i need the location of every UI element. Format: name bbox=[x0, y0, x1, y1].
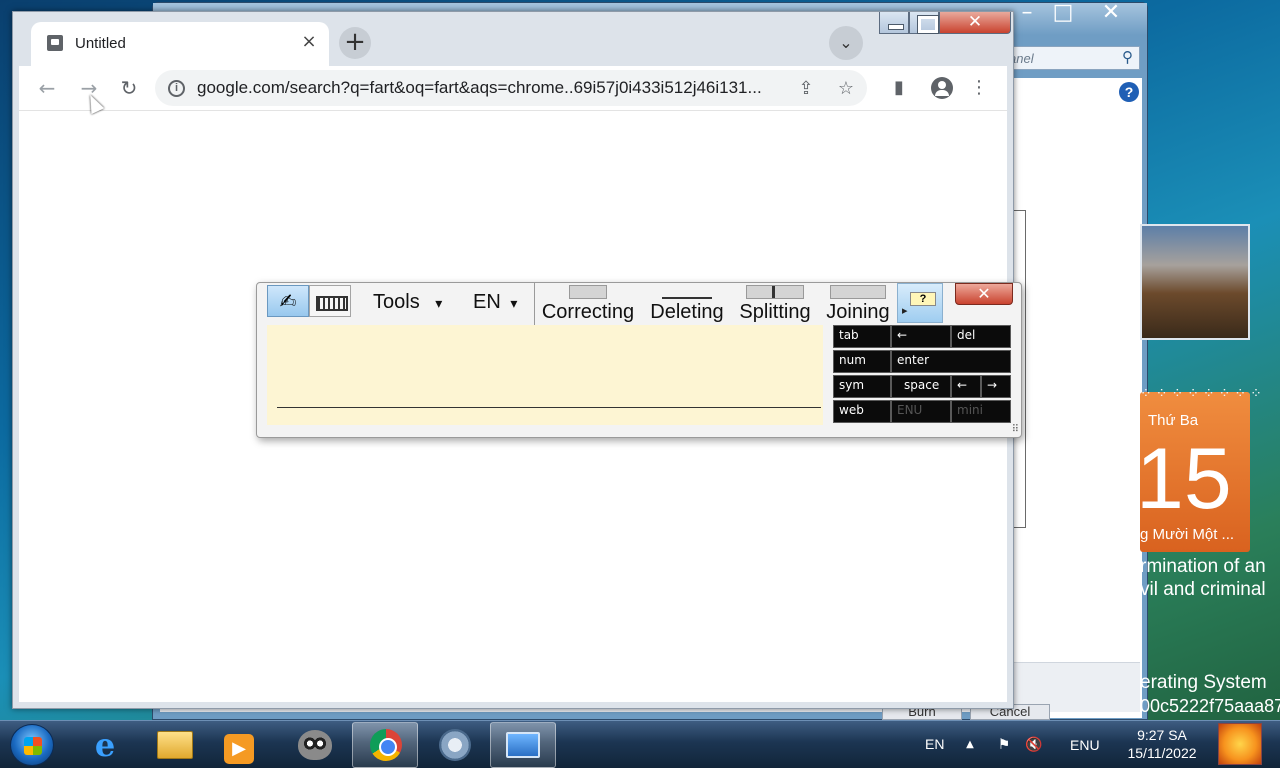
key-sym[interactable]: sym bbox=[833, 375, 891, 398]
reload-button[interactable]: ↻ bbox=[115, 74, 143, 102]
site-info-icon[interactable]: i bbox=[168, 80, 185, 97]
folder-icon[interactable] bbox=[142, 722, 208, 768]
side-panel-icon[interactable]: ▮ bbox=[885, 74, 913, 102]
desktop-text-line: erating System bbox=[1140, 672, 1267, 693]
writing-pad-button[interactable]: ✍ bbox=[267, 285, 309, 317]
key-right-arrow[interactable]: → bbox=[981, 375, 1011, 398]
triangle-right-icon: ▸ bbox=[902, 305, 908, 317]
desktop-text-line: 00c5222f75aaa87aae9b bbox=[1140, 696, 1280, 716]
calendar-date: 15 bbox=[1136, 431, 1232, 527]
correcting-gesture-icon bbox=[569, 285, 607, 299]
input-language-indicator[interactable]: ENU bbox=[1070, 737, 1100, 753]
language-indicator[interactable]: EN bbox=[925, 736, 944, 752]
key-enu: ENU bbox=[891, 400, 951, 423]
calendar-month: g Mười Một ... bbox=[1140, 526, 1235, 543]
start-button[interactable] bbox=[10, 724, 54, 766]
system-clock[interactable]: 9:27 SA 15/11/2022 bbox=[1122, 726, 1202, 762]
key-enter[interactable]: enter bbox=[891, 350, 1011, 373]
key-left-arrow[interactable]: ← bbox=[951, 375, 981, 398]
key-tab[interactable]: tab bbox=[833, 325, 891, 348]
clock-date: 15/11/2022 bbox=[1127, 745, 1197, 761]
toolbar-divider bbox=[534, 283, 535, 325]
tab-title: Untitled bbox=[75, 35, 126, 52]
gesture-label: Splitting bbox=[739, 301, 811, 323]
profile-avatar-icon[interactable] bbox=[931, 77, 953, 99]
gesture-help-button[interactable]: ▸ ? bbox=[897, 283, 943, 323]
keyboard-button[interactable] bbox=[309, 285, 351, 317]
address-bar[interactable]: i google.com/search?q=fart&oq=fart&aqs=c… bbox=[155, 70, 867, 106]
key-num[interactable]: num bbox=[833, 350, 891, 373]
resize-grip-icon[interactable]: ⠿ bbox=[1012, 424, 1019, 435]
minimize-button[interactable] bbox=[879, 12, 909, 34]
language-menu[interactable]: EN ▾ bbox=[473, 291, 517, 325]
settings-tool-icon[interactable] bbox=[422, 722, 488, 768]
gesture-joining[interactable]: Joining bbox=[825, 285, 891, 323]
search-icon[interactable]: ⚲ bbox=[1122, 48, 1133, 66]
gesture-label: Correcting bbox=[541, 301, 635, 323]
gesture-correcting[interactable]: Correcting bbox=[541, 285, 635, 323]
input-keys: tab ← del num enter sym space ← → web EN… bbox=[833, 325, 1011, 425]
bookmark-star-icon[interactable]: ☆ bbox=[833, 76, 859, 102]
background-content-panel bbox=[1012, 78, 1142, 718]
browser-toolbar: ← → ↻ i google.com/search?q=fart&oq=fart… bbox=[19, 66, 1007, 110]
chrome-menu-icon[interactable]: ⋮ bbox=[965, 74, 993, 102]
desktop-text-line: vil and criminal bbox=[1140, 579, 1266, 600]
close-window-button[interactable]: ✕ bbox=[939, 12, 1011, 34]
sad-page-icon bbox=[47, 35, 63, 51]
window-controls: ✕ bbox=[875, 12, 1015, 36]
internet-explorer-icon[interactable]: e bbox=[72, 722, 138, 768]
calendar-gadget[interactable]: ⁘⁘⁘⁘⁘⁘⁘⁘ Thứ Ba 15 g Mười Một ... bbox=[1136, 386, 1262, 552]
background-close-button[interactable]: ✕ bbox=[1090, 2, 1132, 24]
show-hidden-icons-arrow-icon[interactable]: ▲ bbox=[960, 735, 980, 755]
show-desktop-button[interactable] bbox=[1218, 723, 1262, 765]
new-tab-button[interactable]: + bbox=[339, 27, 371, 59]
taskbar: e ▶ EN ▲ ⚑ 🔇 ENU 9:27 SA 15/11/2022 bbox=[0, 720, 1280, 768]
gesture-deleting[interactable]: Deleting bbox=[647, 285, 727, 323]
browser-tab[interactable]: Untitled × bbox=[31, 22, 329, 66]
chrome-taskbar-button[interactable] bbox=[352, 722, 418, 768]
share-icon[interactable]: ⇪ bbox=[793, 76, 819, 102]
gesture-label: Joining bbox=[826, 301, 890, 323]
deleting-gesture-icon bbox=[662, 285, 712, 299]
slideshow-gadget[interactable] bbox=[1140, 224, 1250, 340]
handwriting-area[interactable] bbox=[267, 325, 823, 425]
tools-label: Tools bbox=[373, 291, 420, 313]
clock-time: 9:27 SA bbox=[1137, 727, 1187, 743]
tab-close-button[interactable]: × bbox=[298, 31, 320, 53]
key-backspace[interactable]: ← bbox=[891, 325, 951, 348]
joining-gesture-icon bbox=[830, 285, 886, 299]
back-button[interactable]: ← bbox=[33, 74, 61, 102]
tab-search-button[interactable]: ⌄ bbox=[829, 26, 863, 60]
background-maximize-button[interactable]: □ bbox=[1042, 2, 1084, 24]
maximize-button[interactable] bbox=[909, 12, 939, 34]
chevron-down-icon: ▾ bbox=[510, 295, 518, 311]
language-label: EN bbox=[473, 291, 501, 313]
tablet-input-panel: ✍ Tools ▾ EN ▾ Correcting Deleting Split… bbox=[256, 282, 1022, 438]
key-space[interactable]: space bbox=[891, 375, 951, 398]
key-mini: mini bbox=[951, 400, 1011, 423]
raccoon-icon[interactable] bbox=[282, 722, 348, 768]
url-text[interactable]: google.com/search?q=fart&oq=fart&aqs=chr… bbox=[197, 78, 787, 98]
help-icon[interactable]: ? bbox=[1119, 82, 1139, 102]
calendar-rings: ⁘⁘⁘⁘⁘⁘⁘⁘ bbox=[1140, 386, 1266, 402]
key-delete[interactable]: del bbox=[951, 325, 1011, 348]
tools-menu[interactable]: Tools ▾ bbox=[373, 291, 442, 325]
remote-desktop-taskbar-button[interactable] bbox=[490, 722, 556, 768]
chrome-icon bbox=[370, 729, 402, 761]
calendar-day-name: Thứ Ba bbox=[1148, 412, 1199, 429]
action-center-flag-icon[interactable]: ⚑ bbox=[994, 735, 1014, 755]
background-search-input[interactable]: anel ⚲ bbox=[1000, 46, 1140, 70]
chevron-down-icon: ▾ bbox=[435, 295, 443, 311]
volume-muted-icon[interactable]: 🔇 bbox=[1024, 735, 1044, 755]
gesture-label: Deleting bbox=[650, 301, 724, 323]
media-player-icon[interactable]: ▶ bbox=[206, 722, 272, 768]
desktop-text-line: rmination of an bbox=[1140, 556, 1266, 577]
help-note-icon: ? bbox=[910, 292, 936, 306]
gesture-splitting[interactable]: Splitting bbox=[737, 285, 813, 323]
key-web[interactable]: web bbox=[833, 400, 891, 423]
writing-baseline bbox=[277, 407, 821, 408]
close-panel-button[interactable]: ✕ bbox=[955, 283, 1013, 305]
splitting-gesture-icon bbox=[746, 285, 804, 299]
